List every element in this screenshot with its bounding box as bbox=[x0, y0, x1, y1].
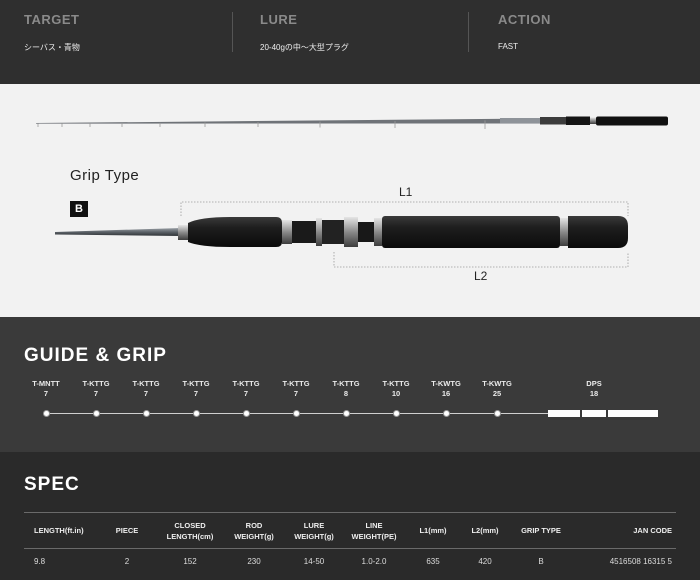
product-summary-bar: TARGET シーバス・青物 LURE 20-40gの中～大型プラグ ACTIO… bbox=[0, 0, 700, 84]
guide-marker bbox=[92, 410, 100, 417]
spec-header-lure-weight: LURE WEIGHT(g) bbox=[286, 512, 342, 549]
l2-dimension-label: L2 bbox=[474, 269, 488, 283]
grip-segment-front bbox=[548, 410, 580, 417]
spec-header-rod-weight: ROD WEIGHT(g) bbox=[222, 512, 286, 549]
spec-cell-lure-weight: 14-50 bbox=[303, 557, 325, 567]
column-divider bbox=[232, 12, 233, 52]
guide-marker bbox=[292, 410, 300, 417]
rod-illustration bbox=[36, 116, 668, 268]
reel-seat-label: DPS 18 bbox=[564, 379, 624, 400]
guide-marker bbox=[142, 410, 150, 417]
spec-cell-grip-type: B bbox=[538, 557, 544, 567]
full-rod bbox=[36, 116, 668, 129]
spec-header-line-weight: LINE WEIGHT(PE) bbox=[342, 512, 406, 549]
grip-segment-reel-seat bbox=[582, 410, 606, 417]
action-value: FAST bbox=[498, 42, 519, 51]
column-divider bbox=[468, 12, 469, 52]
spec-header-piece: PIECE bbox=[96, 512, 158, 549]
lure-value: 20-40gの中～大型プラグ bbox=[260, 43, 349, 52]
grip-closeup bbox=[55, 216, 628, 248]
spec-header-grip-type: GRIP TYPE bbox=[510, 512, 572, 549]
spec-cell-piece: 2 bbox=[124, 557, 130, 567]
guide-marker bbox=[242, 410, 250, 417]
guide-label: T-KWTG 25 bbox=[467, 379, 527, 400]
guide-marker bbox=[342, 410, 350, 417]
spec-cell-rod-weight: 230 bbox=[247, 557, 261, 567]
spec-cell-l1: 635 bbox=[426, 557, 440, 567]
guide-grip-section: GUIDE & GRIP T-MNTT 7 T-KTTG 7 T-KTTG 7 … bbox=[0, 317, 700, 452]
spec-table: LENGTH(ft.in) PIECE CLOSED LENGTH(cm) ROD… bbox=[24, 512, 676, 575]
spec-cell-length: 9.8 bbox=[34, 557, 46, 567]
spec-row: 9.8 2 152 230 14-50 1.0-2.0 635 420 B 45… bbox=[24, 549, 676, 575]
lure-heading: LURE bbox=[260, 12, 298, 27]
grip-type-badge: B bbox=[70, 201, 88, 217]
guide-marker bbox=[42, 410, 50, 417]
guide-grip-title: GUIDE & GRIP bbox=[24, 345, 167, 366]
grip-type-title: Grip Type bbox=[70, 167, 140, 184]
spec-cell-jan-code: 4516508 16315 5 bbox=[609, 557, 672, 567]
spec-header-jan-code: JAN CODE bbox=[572, 512, 676, 549]
spec-header-length: LENGTH(ft.in) bbox=[24, 512, 96, 549]
reel-seat-type: DPS bbox=[586, 379, 602, 388]
guide-marker bbox=[493, 410, 501, 417]
guide-marker bbox=[392, 410, 400, 417]
spec-cell-closed-length: 152 bbox=[183, 557, 197, 567]
action-heading: ACTION bbox=[498, 12, 551, 27]
l1-dimension-label: L1 bbox=[399, 185, 413, 199]
guide-marker bbox=[442, 410, 450, 417]
spec-cell-line-weight: 1.0-2.0 bbox=[361, 557, 387, 567]
target-heading: TARGET bbox=[24, 12, 80, 27]
spec-header-closed-length: CLOSED LENGTH(cm) bbox=[158, 512, 222, 549]
target-value: シーバス・青物 bbox=[24, 43, 80, 52]
spec-header-l2: L2(mm) bbox=[460, 512, 510, 549]
guide-size: 25 bbox=[492, 389, 502, 398]
reel-seat-size: 18 bbox=[589, 389, 599, 398]
spec-title: SPEC bbox=[24, 474, 80, 495]
spec-section: SPEC LENGTH(ft.in) PIECE CLOSED LENGTH(cm… bbox=[0, 452, 700, 580]
grip-segment-rear bbox=[608, 410, 658, 417]
guide-type: T-KWTG bbox=[482, 379, 512, 388]
rod-image-panel: Grip Type B L1 L2 bbox=[0, 84, 700, 317]
spec-header-l1: L1(mm) bbox=[406, 512, 460, 549]
spec-cell-l2: 420 bbox=[478, 557, 492, 567]
guide-marker bbox=[192, 410, 200, 417]
spec-header-row: LENGTH(ft.in) PIECE CLOSED LENGTH(cm) ROD… bbox=[24, 512, 676, 549]
